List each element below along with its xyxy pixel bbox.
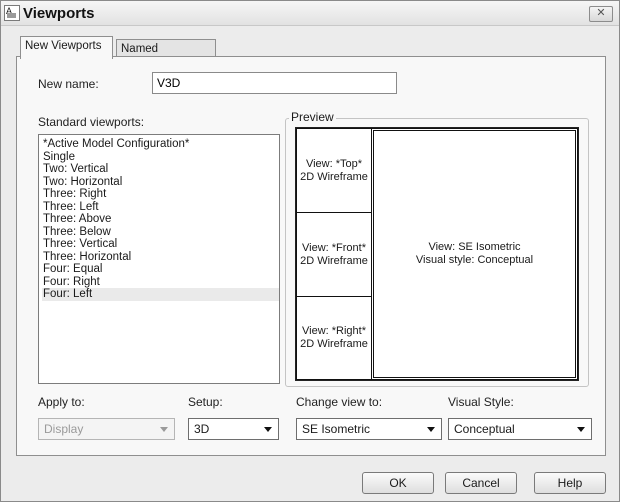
list-item[interactable]: Three: Below — [42, 226, 279, 239]
new-viewports-panel: New name: Standard viewports: *Active Mo… — [16, 56, 606, 456]
new-name-input[interactable] — [152, 72, 397, 94]
list-item[interactable]: Three: Above — [42, 213, 279, 226]
preview-frame: View: *Top* 2D Wireframe View: *Front* 2… — [295, 127, 579, 381]
ok-button[interactable]: OK — [362, 472, 434, 494]
tab-new-viewports[interactable]: New Viewports — [20, 36, 113, 59]
list-item-selected[interactable]: Four: Left — [42, 288, 279, 301]
preview-label: Preview — [289, 110, 336, 124]
setup-select[interactable]: 3D — [188, 418, 279, 440]
title-bar: A Viewports ✕ — [1, 1, 619, 26]
app-logo-icon: A — [4, 5, 20, 21]
dialog-title: Viewports — [23, 5, 95, 22]
chevron-down-icon — [577, 427, 585, 432]
preview-pane-top[interactable]: View: *Top* 2D Wireframe — [296, 128, 372, 213]
standard-viewports-label: Standard viewports: — [38, 115, 145, 129]
list-item[interactable]: Two: Vertical — [42, 163, 279, 176]
chevron-down-icon — [160, 427, 168, 432]
pane-view-label: View: *Right* — [302, 325, 366, 337]
pane-view-label: View: *Front* — [302, 241, 366, 254]
list-item[interactable]: Three: Left — [42, 201, 279, 214]
preview-pane-right[interactable]: View: *Right* 2D Wireframe — [296, 296, 372, 380]
visual-style-label: Visual Style: — [448, 395, 514, 409]
change-view-select[interactable]: SE Isometric — [296, 418, 442, 440]
close-button[interactable]: ✕ — [589, 6, 613, 22]
pane-style-label: 2D Wireframe — [300, 338, 368, 350]
help-button[interactable]: Help — [534, 472, 606, 494]
pane-style-label: 2D Wireframe — [300, 170, 368, 183]
change-view-value: SE Isometric — [302, 422, 371, 436]
list-item[interactable]: Three: Horizontal — [42, 251, 279, 264]
viewports-dialog: A Viewports ✕ New Viewports Named Viewpo… — [0, 0, 620, 502]
change-view-label: Change view to: — [296, 395, 383, 409]
list-item[interactable]: Single — [42, 151, 279, 164]
pane-view-label: View: SE Isometric — [428, 241, 521, 253]
apply-to-value: Display — [44, 422, 84, 436]
visual-style-value: Conceptual — [454, 422, 515, 436]
preview-pane-main[interactable]: View: SE Isometric Visual style: Concept… — [371, 128, 578, 380]
visual-style-select[interactable]: Conceptual — [448, 418, 592, 440]
setup-label: Setup: — [188, 395, 223, 409]
list-item[interactable]: Two: Horizontal — [42, 176, 279, 189]
pane-style-label: 2D Wireframe — [300, 254, 368, 267]
pane-view-label: View: *Top* — [305, 157, 363, 170]
new-name-label: New name: — [38, 77, 99, 91]
preview-pane-front[interactable]: View: *Front* 2D Wireframe — [296, 212, 372, 297]
standard-viewports-list[interactable]: *Active Model Configuration* Single Two:… — [38, 134, 280, 384]
list-item[interactable]: Three: Vertical — [42, 238, 279, 251]
apply-to-label: Apply to: — [38, 395, 85, 409]
list-item[interactable]: Four: Equal — [42, 263, 279, 276]
chevron-down-icon — [427, 427, 435, 432]
list-item[interactable]: *Active Model Configuration* — [42, 138, 279, 151]
list-item[interactable]: Four: Right — [42, 276, 279, 289]
close-icon: ✕ — [596, 7, 606, 19]
list-item[interactable]: Three: Right — [42, 188, 279, 201]
apply-to-select[interactable]: Display — [38, 418, 175, 440]
setup-value: 3D — [194, 422, 210, 436]
cancel-button[interactable]: Cancel — [445, 472, 517, 494]
chevron-down-icon — [264, 427, 272, 432]
pane-style-label: Visual style: Conceptual — [415, 254, 534, 266]
